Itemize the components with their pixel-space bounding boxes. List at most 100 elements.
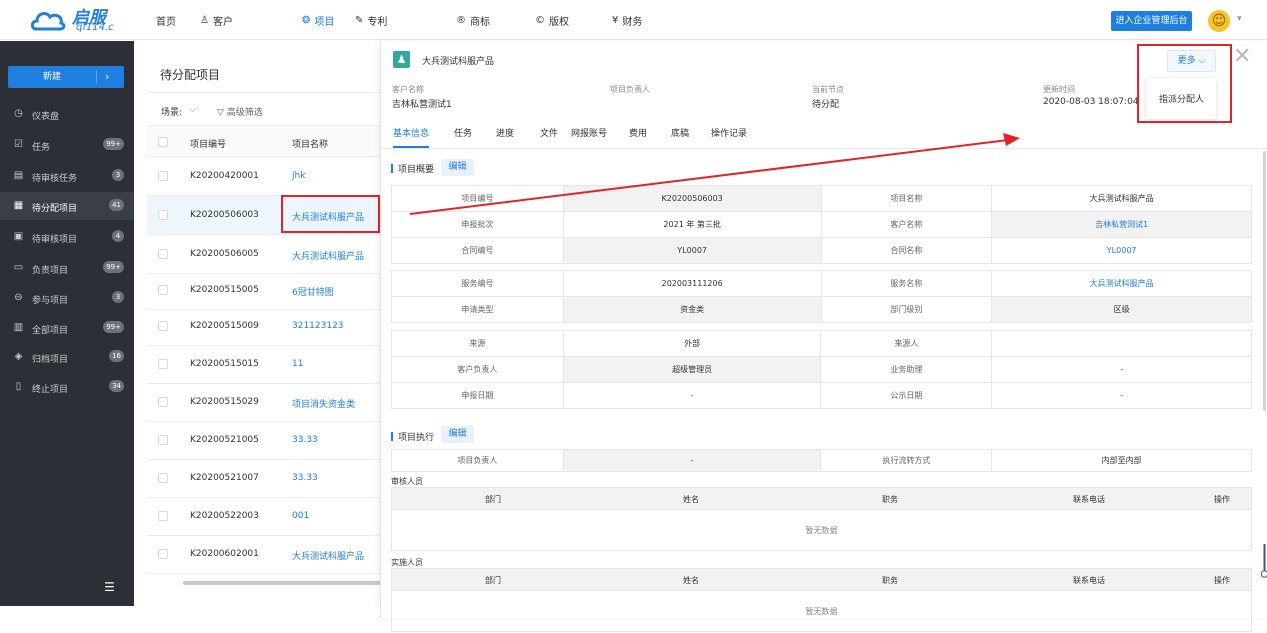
calendar-icon: ▭ [13, 262, 24, 273]
project-name-link[interactable]: 项目消失资金类 [292, 397, 355, 410]
row-checkbox[interactable] [158, 473, 168, 483]
select-all-checkbox[interactable] [158, 137, 168, 147]
project-name-link[interactable]: jhk [292, 171, 305, 181]
table-row[interactable]: K20200515009 321123123 [147, 307, 382, 346]
nav-home[interactable]: 首页 [156, 13, 176, 28]
meta-label: 更新时间 [1043, 85, 1075, 94]
edit-execution-button[interactable]: 编辑 [441, 426, 474, 443]
page-title: 待分配项目 [160, 68, 221, 82]
tab-tasks[interactable]: 任务 [454, 126, 472, 139]
brand-logo[interactable]: 启服 qf114.c [30, 3, 120, 37]
column-header: 姓名 [683, 576, 699, 585]
project-name-link[interactable]: 11 [292, 359, 303, 369]
count-badge: 99+ [103, 261, 124, 273]
row-checkbox[interactable] [158, 210, 168, 220]
field-label: 申请类型 [391, 296, 564, 323]
table-row[interactable]: K20200506005 大兵测试科服产品 [147, 235, 382, 274]
tab-operation-log[interactable]: 操作记录 [711, 126, 747, 139]
new-button[interactable]: 新建 › [8, 66, 124, 88]
row-checkbox[interactable] [158, 249, 168, 259]
project-name-link[interactable]: 321123123 [292, 321, 344, 331]
nav-customer[interactable]: ♙ 客户 [200, 13, 233, 28]
table-row[interactable]: K20200515015 11 [147, 345, 382, 384]
tab-basic-info[interactable]: 基本信息 [393, 126, 429, 139]
nav-project[interactable]: ❂ 项目 [302, 13, 334, 28]
sidebar-item-pending-review-tasks[interactable]: ▤ 待审核任务 3 [0, 162, 134, 190]
table-row[interactable]: K20200521005 33.33 [147, 421, 382, 460]
count-badge: 16 [109, 350, 124, 362]
tab-fees[interactable]: 费用 [629, 126, 647, 139]
sidebar-item-terminated-projects[interactable]: ▯ 终止项目 34 [0, 373, 134, 401]
sidebar-item-pending-review-projects[interactable]: ▣ 待审核项目 4 [0, 223, 134, 251]
scene-select[interactable]: ⌵ [189, 105, 196, 115]
sidebar-item-tasks[interactable]: ☑ 任务 99+ [0, 131, 134, 159]
project-name-link[interactable]: 001 [292, 511, 309, 521]
user-avatar[interactable]: ☺ [1208, 10, 1230, 32]
customer-name-link[interactable]: 吉林私营测试1 [991, 211, 1252, 238]
close-icon[interactable]: ✕ [1233, 46, 1251, 68]
tab-drafts[interactable]: 底稿 [671, 126, 689, 139]
vertical-scrollbar[interactable] [1263, 151, 1266, 411]
nav-patent[interactable]: ✎ 专利 [355, 13, 387, 28]
row-checkbox[interactable] [158, 171, 168, 181]
section-title-execution: 项目执行 [391, 430, 434, 443]
table-row[interactable]: K20200522003 001 [147, 497, 382, 536]
section-marker [391, 164, 393, 173]
row-checkbox[interactable] [158, 435, 168, 445]
advanced-filter-label: 高级筛选 [226, 108, 263, 118]
meta-value: 待分配 [812, 100, 840, 110]
project-name-link[interactable]: 33.33 [292, 473, 318, 483]
row-checkbox[interactable] [158, 359, 168, 369]
nav-copyright[interactable]: © 版权 [535, 13, 569, 28]
table-row[interactable]: K20200602001 大兵测试科服产品 [147, 535, 382, 574]
field-label: 服务编号 [391, 270, 564, 297]
table-row[interactable]: K20200515005 6冠甘特图 [147, 271, 382, 310]
sidebar-item-participating-projects[interactable]: ⊖ 参与项目 3 [0, 284, 134, 312]
tab-files[interactable]: 文件 [540, 126, 558, 139]
table-row[interactable]: K20200521007 33.33 [147, 459, 382, 498]
sidebar-item-archived-projects[interactable]: ◈ 归档项目 16 [0, 343, 134, 371]
chevron-right-icon[interactable]: › [105, 66, 109, 88]
field-value: 超级管理员 [562, 356, 822, 383]
collapse-menu-icon[interactable]: ☰ [104, 580, 115, 594]
cloud-logo-icon [30, 12, 66, 31]
count-badge: 99+ [103, 138, 124, 150]
chevron-down-icon[interactable]: ▾ [1237, 14, 1242, 24]
project-name-link[interactable]: 6冠甘特图 [292, 285, 334, 298]
project-name-link[interactable]: 大兵测试科服产品 [292, 249, 364, 262]
horizontal-scrollbar[interactable] [183, 581, 383, 585]
nav-finance[interactable]: ¥ 财务 [612, 13, 642, 28]
edit-overview-button[interactable]: 编辑 [441, 159, 474, 176]
count-badge: 41 [109, 199, 124, 211]
meta-label: 客户名称 [392, 85, 424, 94]
dashboard-icon: ◷ [14, 108, 23, 119]
sidebar-item-label: 任务 [32, 143, 51, 153]
sidebar-item-dashboard[interactable]: ◷ 仪表盘 [0, 100, 134, 128]
row-checkbox[interactable] [158, 285, 168, 295]
patent-icon: ✎ [355, 15, 364, 26]
project-code: K20200515029 [190, 397, 259, 407]
count-badge: 3 [112, 291, 124, 303]
nav-trademark[interactable]: ® 商标 [456, 13, 490, 28]
row-checkbox[interactable] [158, 397, 168, 407]
contract-name-link[interactable]: YL0007 [991, 237, 1252, 264]
project-name-link[interactable]: 大兵测试科服产品 [292, 549, 364, 562]
brand-domain: qf114.c [76, 22, 114, 33]
row-checkbox[interactable] [158, 511, 168, 521]
table-row[interactable]: K20200515029 项目消失资金类 [147, 383, 382, 422]
service-name-link[interactable]: 大兵测试科服产品 [991, 270, 1252, 297]
field-value: K20200506003 [562, 185, 822, 212]
tab-progress[interactable]: 进度 [496, 126, 514, 139]
row-checkbox[interactable] [158, 321, 168, 331]
filter-icon: ▽ [217, 108, 227, 118]
project-name-link[interactable]: 33.33 [292, 435, 318, 445]
table-row[interactable]: K20200420001 jhk [147, 157, 382, 196]
sidebar-item-responsible-projects[interactable]: ▭ 负责项目 99+ [0, 254, 134, 282]
enter-admin-button[interactable]: 进入企业管理后台 [1111, 11, 1192, 31]
field-label: 合同编号 [391, 237, 564, 264]
advanced-filter-button[interactable]: ▽ 高级筛选 [217, 105, 263, 118]
tab-online-account[interactable]: 网报账号 [571, 126, 607, 139]
sidebar-item-unassigned-projects[interactable]: ▦ 待分配项目 41 [0, 192, 134, 220]
sidebar-item-all-projects[interactable]: ▥ 全部项目 99+ [0, 314, 134, 342]
row-checkbox[interactable] [158, 549, 168, 559]
